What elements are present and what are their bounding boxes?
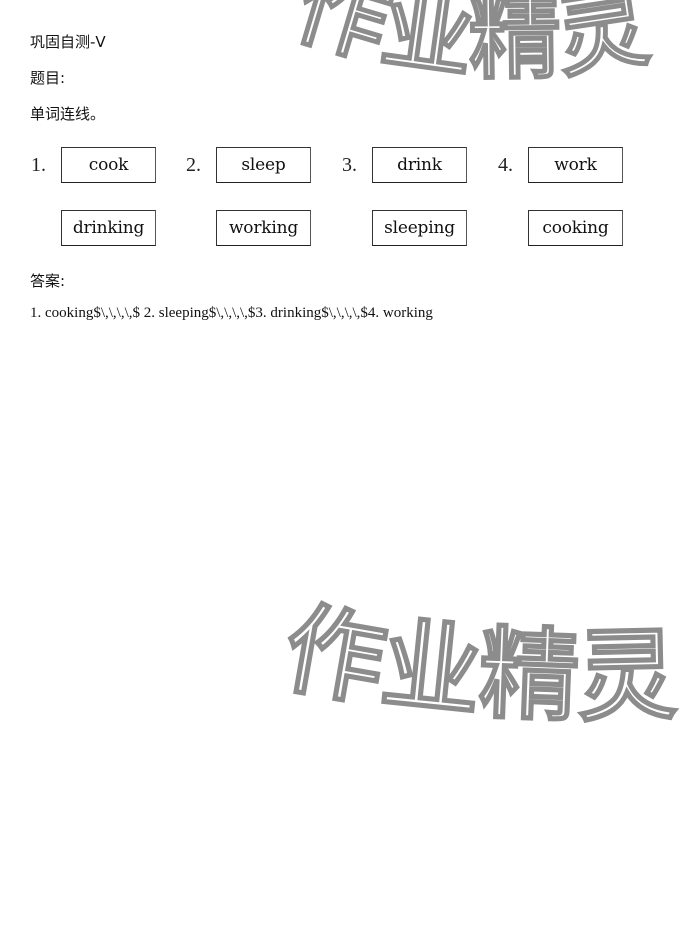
watermark-top: 作业精灵 (282, 0, 656, 94)
answer-text: 1. cooking$\,\,\,\,$ 2. sleeping$\,\,\,\… (30, 305, 433, 321)
instruction-text: 单词连线。 (30, 105, 106, 123)
answer-label: 答案: (30, 272, 66, 290)
word-box-top[interactable]: work (528, 147, 623, 183)
watermark-text: 作业精灵 (276, 589, 679, 736)
item-number: 2. (186, 154, 201, 176)
item-number: 3. (342, 154, 357, 176)
item-number: 4. (498, 154, 513, 176)
word-box-bottom[interactable]: working (216, 210, 311, 246)
page-title: 巩固自测-V (30, 33, 106, 51)
word-box-top[interactable]: cook (61, 147, 156, 183)
word-box-bottom[interactable]: drinking (61, 210, 156, 246)
word-box-bottom[interactable]: cooking (528, 210, 623, 246)
word-box-top[interactable]: sleep (216, 147, 311, 183)
word-box-bottom[interactable]: sleeping (372, 210, 467, 246)
watermark-bottom: 作业精灵 (275, 588, 680, 737)
question-label: 题目: (30, 69, 66, 87)
watermark-text: 作业精灵 (283, 0, 655, 93)
item-number: 1. (31, 154, 46, 176)
word-box-top[interactable]: drink (372, 147, 467, 183)
